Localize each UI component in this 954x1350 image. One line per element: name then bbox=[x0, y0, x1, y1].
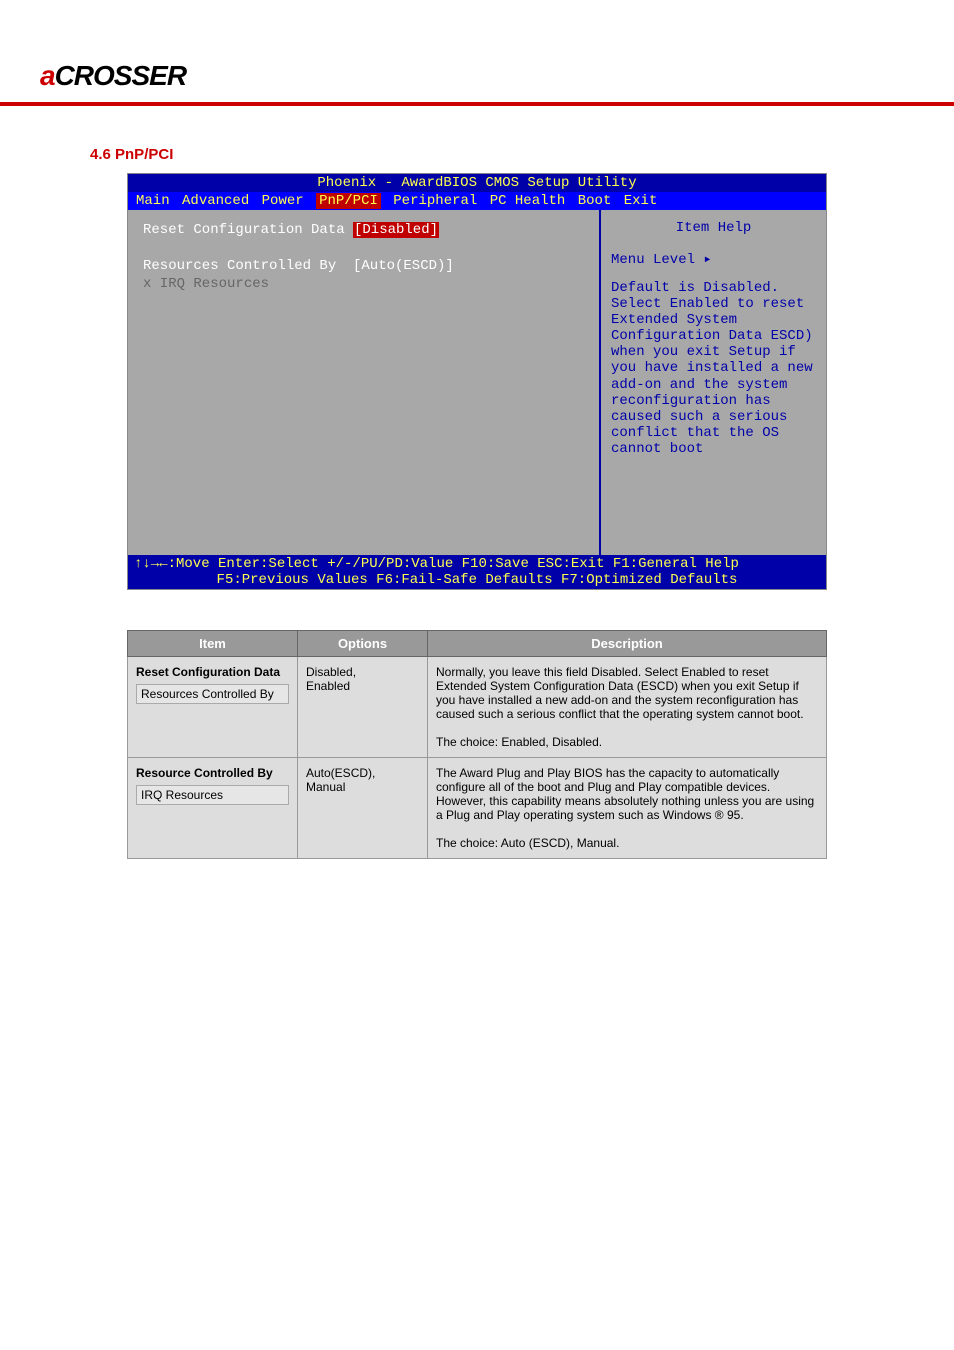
item-title: Reset Configuration Data bbox=[136, 665, 289, 679]
bios-body: Reset Configuration Data [Disabled] Reso… bbox=[128, 210, 826, 555]
th-description: Description bbox=[428, 631, 827, 657]
bios-footer: ↑↓→←:Move Enter:Select +/-/PU/PD:Value F… bbox=[128, 555, 826, 589]
bios-title: Phoenix - AwardBIOS CMOS Setup Utility bbox=[128, 174, 826, 192]
item-title: Resource Controlled By bbox=[136, 766, 289, 780]
menu-power[interactable]: Power bbox=[262, 193, 304, 209]
bios-help-pane: Item Help Menu Level ▸ Default is Disabl… bbox=[601, 210, 826, 555]
bios-label: Resources Controlled By bbox=[143, 258, 353, 274]
help-title: Item Help bbox=[611, 220, 816, 236]
cell-options: Auto(ESCD), Manual bbox=[298, 758, 428, 859]
cell-options: Disabled, Enabled bbox=[298, 657, 428, 758]
logo-rest: CROSSER bbox=[55, 60, 186, 91]
item-box: Resources Controlled By bbox=[136, 684, 289, 704]
cell-description: The Award Plug and Play BIOS has the cap… bbox=[428, 758, 827, 859]
th-options: Options bbox=[298, 631, 428, 657]
section-title: 4.6 PnP/PCI bbox=[0, 106, 954, 173]
th-item: Item bbox=[128, 631, 298, 657]
bios-label: x IRQ Resources bbox=[143, 276, 353, 292]
menu-main[interactable]: Main bbox=[136, 193, 170, 209]
description-table-wrap: Item Options Description Reset Configura… bbox=[127, 630, 827, 859]
footer-line2: F5:Previous Values F6:Fail-Safe Defaults… bbox=[134, 572, 820, 588]
cell-item: Reset Configuration Data Resources Contr… bbox=[128, 657, 298, 758]
logo-a: a bbox=[40, 60, 55, 91]
menu-exit[interactable]: Exit bbox=[624, 193, 658, 209]
menu-peripheral[interactable]: Peripheral bbox=[393, 193, 477, 209]
bios-value[interactable]: [Auto(ESCD)] bbox=[353, 258, 454, 274]
bios-row-blank bbox=[143, 240, 584, 256]
bios-label: Reset Configuration Data bbox=[143, 222, 353, 238]
table-row: Reset Configuration Data Resources Contr… bbox=[128, 657, 827, 758]
logo: aCROSSER bbox=[40, 60, 186, 91]
bios-screen: Phoenix - AwardBIOS CMOS Setup Utility M… bbox=[127, 173, 827, 590]
menu-advanced[interactable]: Advanced bbox=[182, 193, 249, 209]
item-box: IRQ Resources bbox=[136, 785, 289, 805]
menu-pchealth[interactable]: PC Health bbox=[490, 193, 566, 209]
bios-menu-bar[interactable]: Main Advanced Power PnP/PCI Peripheral P… bbox=[128, 192, 826, 210]
footer-line1: ↑↓→←:Move Enter:Select +/-/PU/PD:Value F… bbox=[134, 556, 820, 572]
bios-left-pane: Reset Configuration Data [Disabled] Reso… bbox=[128, 210, 601, 555]
table-header-row: Item Options Description bbox=[128, 631, 827, 657]
menu-pnppci[interactable]: PnP/PCI bbox=[316, 193, 381, 209]
cell-item: Resource Controlled By IRQ Resources bbox=[128, 758, 298, 859]
bios-row-irq: x IRQ Resources bbox=[143, 276, 584, 292]
menu-boot[interactable]: Boot bbox=[578, 193, 612, 209]
bios-row-reset[interactable]: Reset Configuration Data [Disabled] bbox=[143, 222, 584, 238]
description-table: Item Options Description Reset Configura… bbox=[127, 630, 827, 859]
bios-row-resources[interactable]: Resources Controlled By [Auto(ESCD)] bbox=[143, 258, 584, 274]
bios-value[interactable]: [Disabled] bbox=[353, 222, 439, 238]
cell-description: Normally, you leave this field Disabled.… bbox=[428, 657, 827, 758]
header-logo-area: aCROSSER bbox=[0, 0, 954, 106]
menu-level: Menu Level ▸ bbox=[611, 251, 816, 268]
help-text: Default is Disabled. Select Enabled to r… bbox=[611, 280, 816, 457]
table-row: Resource Controlled By IRQ Resources Aut… bbox=[128, 758, 827, 859]
